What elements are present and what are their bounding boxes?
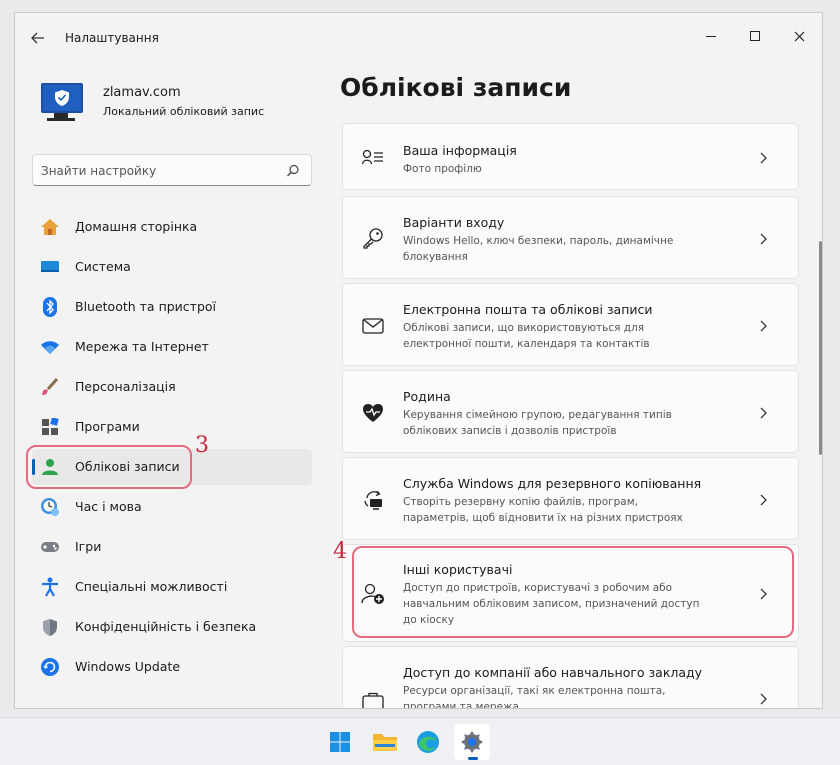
sidebar-item-personalization[interactable]: Персоналізація [32,369,312,405]
sidebar-item-apps[interactable]: Програми [32,409,312,445]
chevron-right-icon [760,233,767,245]
wifi-icon [40,337,60,357]
taskbar-edge[interactable] [410,724,446,760]
card-sign-in-options[interactable]: Варіанти входу Windows Hello, ключ безпе… [342,196,799,279]
bluetooth-icon [40,297,60,317]
scrollbar-thumb[interactable] [819,241,822,455]
settings-window: Налаштування zlamav.com Локальний обліко… [14,12,823,709]
card-your-info[interactable]: Ваша інформація Фото профілю [342,123,799,190]
taskbar-settings[interactable] [454,724,490,760]
minimize-icon [706,35,716,37]
taskbar-start-button[interactable] [322,724,358,760]
mail-icon [361,314,385,338]
profile-name: zlamav.com [103,85,181,100]
title-bar: Налаштування [15,13,822,59]
chevron-right-icon [760,407,767,419]
taskbar-file-explorer[interactable] [367,724,403,760]
app-title: Налаштування [65,31,159,45]
card-windows-backup[interactable]: Служба Windows для резервного копіювання… [342,457,799,540]
backup-icon [361,488,385,512]
sidebar-item-accessibility[interactable]: Спеціальні можливості [32,569,312,605]
sidebar-item-network[interactable]: Мережа та Інтернет [32,329,312,365]
search-input[interactable] [41,161,281,181]
settings-gear-icon [461,731,483,753]
annotation-ring-accounts [26,445,192,489]
back-button[interactable] [27,27,49,49]
maximize-button[interactable] [733,21,777,51]
brush-icon [40,377,60,397]
sidebar-item-time-language[interactable]: Час і мова [32,489,312,525]
search-box[interactable] [32,154,312,186]
system-icon [40,257,60,277]
card-family[interactable]: Родина Керування сімейною групою, редагу… [342,370,799,453]
time-language-icon [40,497,60,517]
home-icon [40,217,60,237]
maximize-icon [750,31,760,41]
search-icon[interactable] [286,164,300,178]
minimize-button[interactable] [689,21,733,51]
annotation-marker-4: 4 [333,539,347,564]
card-email-accounts[interactable]: Електронна пошта та облікові записи Облі… [342,283,799,366]
sidebar-item-windows-update[interactable]: Windows Update [32,649,312,685]
arrow-left-icon [31,32,44,44]
close-icon [794,31,804,41]
windows-update-icon [40,657,60,677]
taskbar [0,717,840,765]
chevron-right-icon [760,320,767,332]
user-info-icon [361,145,385,169]
shield-icon [40,617,60,637]
profile-account-type: Локальний обліковий запис [103,105,265,118]
chevron-right-icon [760,693,767,705]
chevron-right-icon [760,152,767,164]
windows-start-icon [330,732,350,752]
briefcase-icon [361,689,385,708]
sidebar-item-bluetooth[interactable]: Bluetooth та пристрої [32,289,312,325]
sidebar-item-system[interactable]: Система [32,249,312,285]
family-icon [361,401,385,425]
chevron-right-icon [760,494,767,506]
sidebar-item-gaming[interactable]: Ігри [32,529,312,565]
sidebar-item-home[interactable]: Домашня сторінка [32,209,312,245]
key-icon [361,226,385,250]
card-access-work-school[interactable]: Доступ до компанії або навчального закла… [342,646,799,708]
sidebar-item-privacy[interactable]: Конфіденційність і безпека [32,609,312,645]
apps-icon [40,417,60,437]
account-monitor-icon [41,83,83,113]
page-title: Облікові записи [340,73,572,102]
accessibility-icon [40,577,60,597]
edge-browser-icon [417,731,439,753]
gaming-icon [40,537,60,557]
active-app-indicator [468,757,478,760]
annotation-ring-other-users [352,546,794,638]
close-button[interactable] [777,21,821,51]
file-explorer-icon [373,734,397,751]
annotation-marker-3: 3 [195,433,209,458]
